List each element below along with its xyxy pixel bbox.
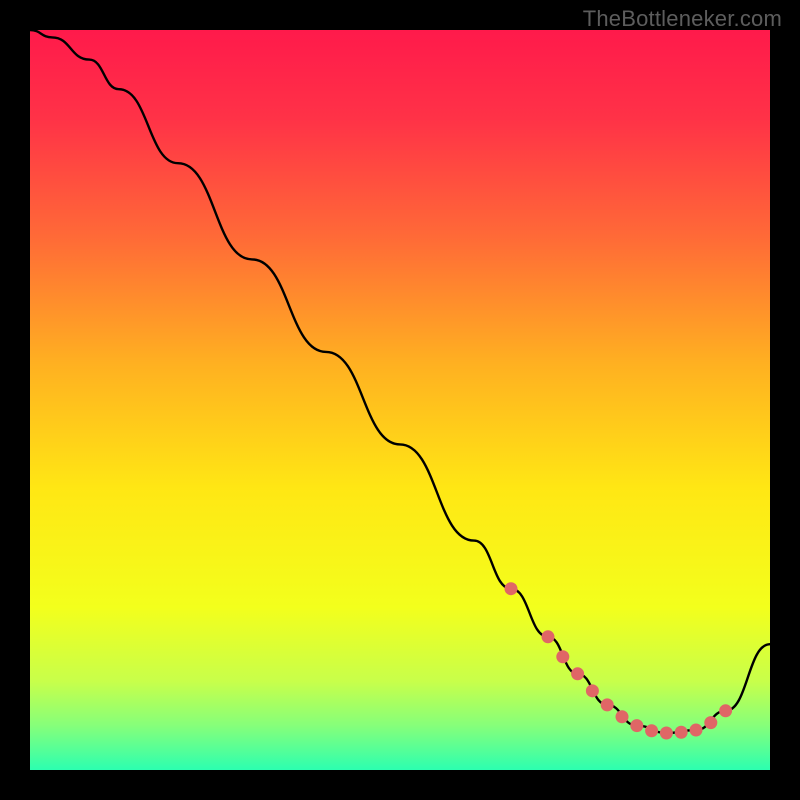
highlight-dot (616, 710, 629, 723)
highlight-dot (586, 684, 599, 697)
highlight-dot (556, 650, 569, 663)
highlight-dot (601, 698, 614, 711)
highlight-dot (505, 582, 518, 595)
highlight-dot (719, 704, 732, 717)
highlight-dot (690, 724, 703, 737)
highlight-dot (645, 724, 658, 737)
chart-svg (30, 30, 770, 770)
gradient-background (30, 30, 770, 770)
highlight-dot (660, 727, 673, 740)
plot-area (30, 30, 770, 770)
watermark-text: TheBottleneker.com (583, 6, 782, 32)
highlight-dot (675, 726, 688, 739)
highlight-dot (630, 719, 643, 732)
highlight-dot (542, 630, 555, 643)
highlight-dot (571, 667, 584, 680)
chart-frame: TheBottleneker.com (0, 0, 800, 800)
highlight-dot (704, 716, 717, 729)
